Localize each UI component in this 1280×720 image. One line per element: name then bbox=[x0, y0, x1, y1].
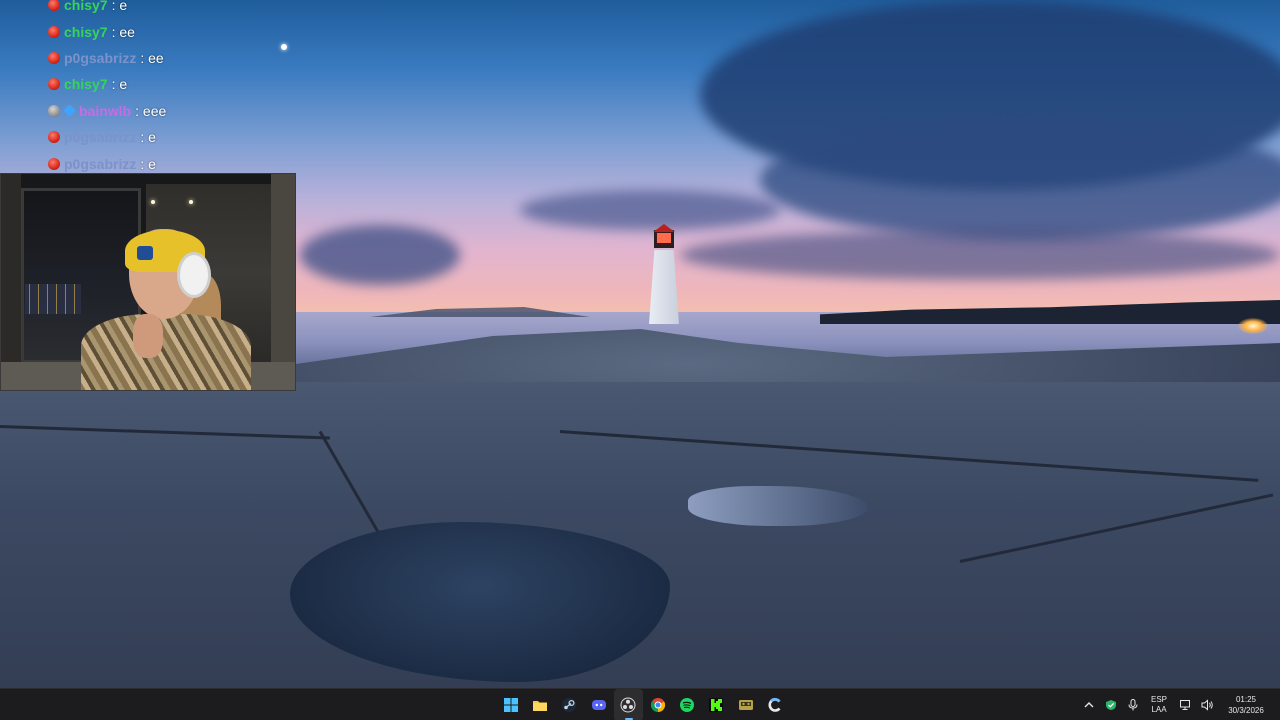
steam-icon bbox=[562, 698, 577, 712]
cloud bbox=[760, 120, 1280, 240]
grey-badge-icon bbox=[48, 104, 60, 117]
chat-username: p0gsabrizz bbox=[64, 155, 137, 172]
kick-button[interactable] bbox=[702, 689, 731, 720]
folder-icon bbox=[533, 701, 548, 711]
cassette-icon bbox=[738, 700, 753, 710]
kick-icon bbox=[709, 698, 724, 712]
language-code: ESP bbox=[1150, 695, 1167, 704]
hand bbox=[133, 314, 163, 358]
chat-message: p0gsabrizz: ee bbox=[48, 45, 298, 71]
red-badge-icon bbox=[48, 78, 60, 91]
language-indicator[interactable]: ESP LAA bbox=[1144, 689, 1174, 720]
cloud bbox=[300, 225, 460, 285]
tray-app-button[interactable] bbox=[1100, 689, 1122, 720]
chat-text: e bbox=[148, 129, 156, 146]
keyboard-layout: LAA bbox=[1151, 705, 1167, 714]
c-logo-app-button[interactable] bbox=[761, 689, 790, 720]
red-badge-icon bbox=[48, 157, 60, 170]
chat-separator: : bbox=[135, 102, 140, 119]
speaker-icon bbox=[1201, 699, 1213, 711]
chat-separator: : bbox=[140, 155, 145, 172]
chat-message: chisy7: ee bbox=[48, 18, 298, 44]
chat-text: e bbox=[148, 155, 156, 172]
red-badge-icon bbox=[48, 25, 60, 38]
chat-text: ee bbox=[148, 49, 164, 66]
headphones bbox=[177, 252, 211, 298]
cassette-app-button[interactable] bbox=[731, 689, 760, 720]
red-badge-icon bbox=[48, 51, 60, 64]
red-badge-icon bbox=[48, 131, 60, 144]
discord-button[interactable] bbox=[584, 689, 613, 720]
clock-time: 01:25 bbox=[1235, 695, 1257, 704]
obs-icon bbox=[620, 697, 636, 713]
cloud bbox=[680, 230, 1280, 280]
webcam-overlay bbox=[0, 173, 296, 391]
chat-message: chisy7: e bbox=[48, 0, 298, 18]
volume-button[interactable] bbox=[1196, 689, 1218, 720]
chat-separator: : bbox=[111, 76, 116, 93]
city-lights bbox=[25, 284, 81, 314]
chat-separator: : bbox=[140, 129, 145, 146]
chat-separator: : bbox=[140, 49, 145, 66]
start-button[interactable] bbox=[496, 689, 525, 720]
file-explorer-button[interactable] bbox=[525, 689, 554, 720]
network-icon bbox=[1180, 700, 1190, 710]
chat-username: p0gsabrizz bbox=[64, 49, 137, 66]
spotify-button[interactable] bbox=[672, 689, 701, 720]
chrome-icon bbox=[650, 698, 665, 713]
lighthouse bbox=[645, 224, 683, 324]
chat-message: p0gsabrizz: e bbox=[48, 124, 298, 150]
chat-username: chisy7 bbox=[64, 0, 108, 14]
shore-light bbox=[1238, 318, 1268, 334]
steam-button[interactable] bbox=[555, 689, 584, 720]
red-badge-icon bbox=[48, 0, 60, 12]
chat-message: bainwlb: eee bbox=[48, 98, 298, 124]
microphone-icon bbox=[1128, 699, 1138, 711]
network-button[interactable] bbox=[1174, 689, 1196, 720]
discord-icon bbox=[591, 700, 606, 710]
clock[interactable]: 01:25 30/3/2026 bbox=[1218, 689, 1274, 720]
chat-separator: : bbox=[111, 0, 116, 14]
chat-text: ee bbox=[119, 23, 135, 40]
chat-text: e bbox=[119, 0, 128, 14]
c-logo-icon bbox=[768, 697, 781, 712]
chat-username: p0gsabrizz bbox=[64, 129, 137, 146]
chat-message: chisy7: e bbox=[48, 71, 298, 97]
tray-overflow-button[interactable] bbox=[1078, 689, 1100, 720]
chrome-button[interactable] bbox=[643, 689, 672, 720]
chat-username: chisy7 bbox=[64, 76, 108, 93]
chat-username: chisy7 bbox=[64, 23, 108, 40]
chevron-up-icon bbox=[1084, 702, 1094, 708]
chat-text: eee bbox=[142, 102, 167, 119]
chat-overlay: chisy7: e chisy7: ee p0gsabrizz: ee chis… bbox=[48, 0, 298, 177]
windows-start-icon bbox=[503, 698, 518, 712]
chat-text: e bbox=[119, 76, 128, 93]
clock-date: 30/3/2026 bbox=[1228, 706, 1264, 715]
shield-check-icon bbox=[1106, 700, 1116, 710]
chat-username: bainwlb bbox=[79, 102, 132, 119]
taskbar-apps bbox=[496, 689, 790, 720]
streamer-jacket bbox=[81, 314, 251, 390]
tide-pool-small bbox=[688, 486, 868, 526]
taskbar: ESP LAA 01:25 30/3/2026 bbox=[0, 688, 1280, 720]
obs-button[interactable] bbox=[613, 689, 643, 720]
microphone-button[interactable] bbox=[1122, 689, 1144, 720]
chat-separator: : bbox=[111, 23, 116, 40]
diamond-badge-icon bbox=[63, 104, 76, 117]
system-tray: ESP LAA 01:25 30/3/2026 bbox=[1078, 689, 1280, 720]
spotify-icon bbox=[680, 698, 695, 712]
